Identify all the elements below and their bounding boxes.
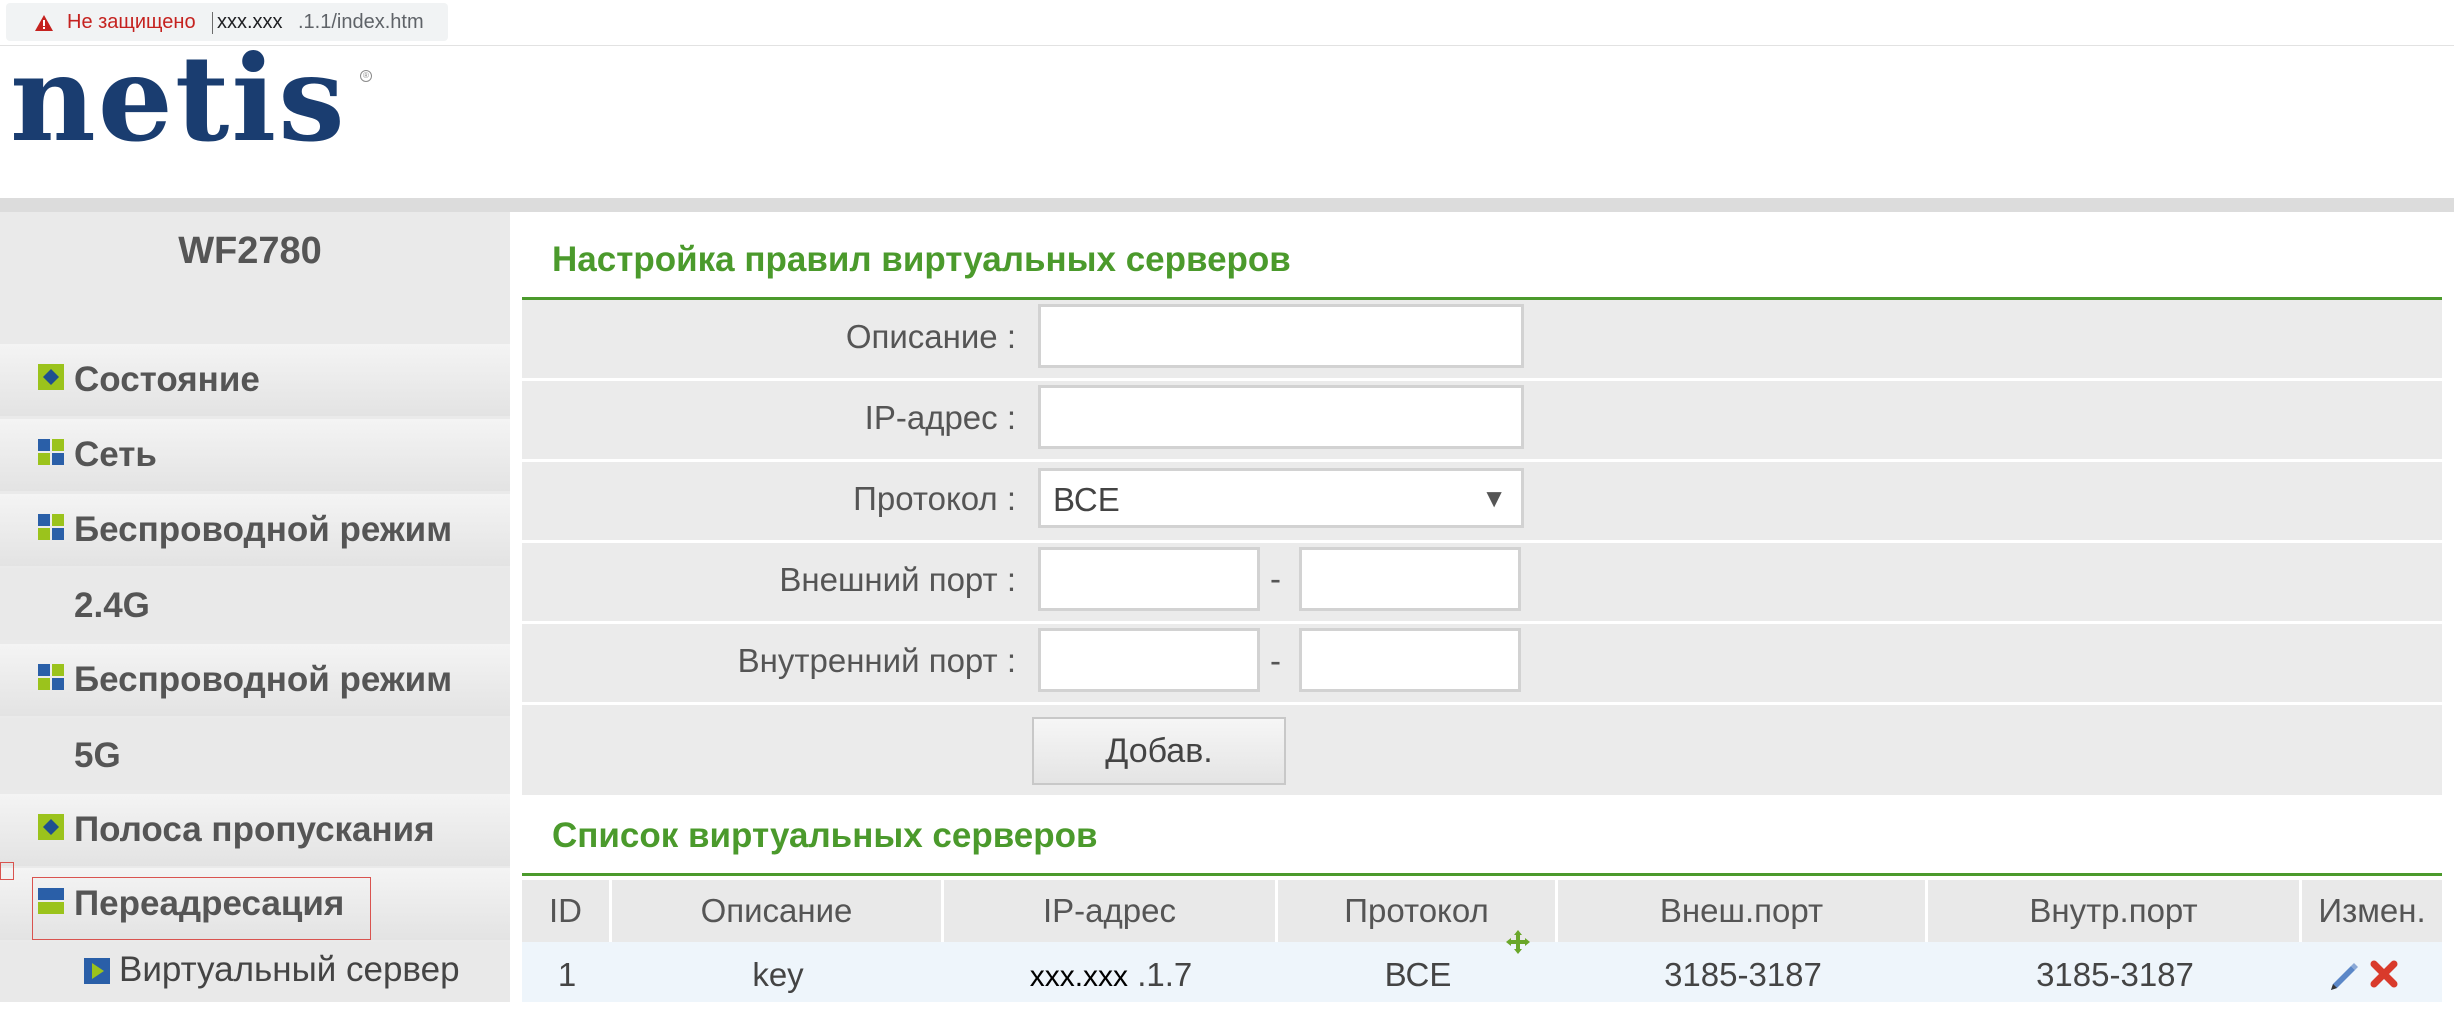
sidebar-item-label: 2.4G bbox=[74, 586, 150, 625]
sidebar-item-label: Беспроводной режим bbox=[74, 510, 453, 549]
cell-id: 1 bbox=[557, 956, 577, 993]
sidebar-item-24g[interactable]: 2.4G bbox=[0, 568, 510, 640]
int-port-dash: - bbox=[1270, 642, 1281, 679]
sidebar-item-network[interactable]: Сеть bbox=[0, 419, 510, 491]
cell-description: key bbox=[752, 956, 804, 993]
grid-icon bbox=[38, 664, 64, 690]
description-input[interactable] bbox=[1038, 304, 1524, 368]
edit-icon[interactable] bbox=[2327, 958, 2361, 992]
cell-ip-suffix: .1.7 bbox=[1128, 956, 1193, 993]
list-title: Список виртуальных серверов bbox=[552, 816, 1098, 855]
netis-logo: netis bbox=[10, 29, 347, 168]
chevron-down-icon: ▼ bbox=[1481, 483, 1507, 513]
grid-icon bbox=[38, 439, 64, 465]
sidebar-item-label: Полоса пропускания bbox=[74, 810, 435, 849]
header-divider bbox=[0, 198, 2454, 212]
cell-int-port: 3185-3187 bbox=[2036, 956, 2194, 993]
sidebar-item-5g[interactable]: 5G bbox=[0, 718, 510, 790]
registered-mark: ® bbox=[360, 70, 372, 82]
int-port-start-input[interactable] bbox=[1038, 628, 1260, 692]
sidebar-item-label: Состояние bbox=[74, 360, 260, 399]
protocol-select[interactable]: ВСЕ ▼ bbox=[1038, 468, 1524, 528]
table-row: 1 key xxx.xxx .1.7 ВСЕ 3185-3187 3185-31… bbox=[522, 942, 2442, 1002]
ip-address-input[interactable] bbox=[1038, 385, 1524, 449]
sidebar-item-status[interactable]: Состояние bbox=[0, 344, 510, 416]
column-header-int-port: Внутр.порт bbox=[1928, 880, 2302, 942]
marker-square bbox=[0, 862, 14, 880]
move-cursor-icon bbox=[1506, 930, 1530, 954]
sidebar-item-label: Беспроводной режим bbox=[74, 660, 453, 699]
sidebar-item-wireless-24[interactable]: Беспроводной режим bbox=[0, 494, 510, 566]
play-icon bbox=[84, 958, 110, 984]
add-button[interactable]: Добав. bbox=[1032, 717, 1286, 785]
protocol-select-value: ВСЕ bbox=[1053, 481, 1120, 518]
ext-port-dash: - bbox=[1270, 560, 1281, 597]
column-header-ext-port: Внеш.порт bbox=[1558, 880, 1928, 942]
sidebar-item-label: 5G bbox=[74, 736, 121, 775]
cell-ip-host: xxx.xxx bbox=[1029, 960, 1129, 993]
diamond-icon bbox=[38, 814, 64, 840]
ext-port-label: Внешний порт : bbox=[779, 561, 1016, 598]
form-title: Настройка правил виртуальных серверов bbox=[552, 240, 1291, 279]
sidebar-item-label: Сеть bbox=[74, 435, 157, 474]
protocol-label: Протокол : bbox=[853, 480, 1016, 517]
address-bar: Не защищено xxx.xxx .1.1/index.htm bbox=[0, 0, 2454, 46]
sidebar-subitem-virtual-server[interactable]: Виртуальный сервер bbox=[0, 942, 510, 1002]
int-port-label: Внутренний порт : bbox=[737, 642, 1016, 679]
sidebar-subitem-label: Виртуальный сервер bbox=[119, 950, 460, 989]
column-header-description: Описание bbox=[612, 880, 944, 942]
cell-ext-port: 3185-3187 bbox=[1664, 956, 1822, 993]
int-port-end-input[interactable] bbox=[1299, 628, 1521, 692]
ext-port-end-input[interactable] bbox=[1299, 547, 1521, 611]
delete-icon[interactable] bbox=[2368, 958, 2400, 990]
list-title-underline bbox=[522, 873, 2442, 876]
model-name: WF2780 bbox=[178, 230, 322, 272]
selected-item-outline bbox=[32, 877, 371, 940]
column-header-ip: IP-адрес bbox=[944, 880, 1278, 942]
cell-ip: xxx.xxx .1.7 bbox=[944, 942, 1278, 1002]
ip-address-label: IP-адрес : bbox=[864, 399, 1016, 436]
diamond-icon bbox=[38, 364, 64, 390]
ext-port-start-input[interactable] bbox=[1038, 547, 1260, 611]
column-header-edit: Измен. bbox=[2318, 892, 2426, 929]
sidebar-item-bandwidth[interactable]: Полоса пропускания bbox=[0, 794, 510, 866]
column-header-id: ID bbox=[522, 880, 612, 942]
grid-icon bbox=[38, 514, 64, 540]
table-header: ID Описание IP-адрес Протокол Внеш.порт … bbox=[522, 880, 2442, 942]
description-label: Описание : bbox=[845, 318, 1016, 355]
form-row-actions bbox=[522, 705, 2442, 795]
sidebar-item-wireless-5[interactable]: Беспроводной режим bbox=[0, 644, 510, 716]
